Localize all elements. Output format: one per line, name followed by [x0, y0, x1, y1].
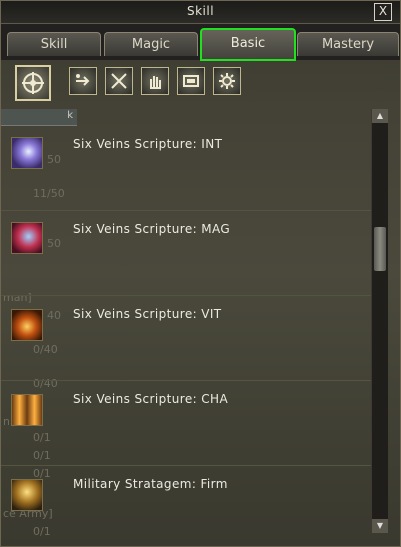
list-header-label: k — [67, 110, 73, 121]
scroll-down-button[interactable]: ▼ — [372, 519, 388, 533]
skill-name: Military Stratagem: Firm — [73, 477, 228, 491]
hand-icon[interactable] — [141, 67, 169, 95]
cha-scripture-icon — [11, 394, 43, 426]
close-button[interactable]: X — [374, 3, 392, 21]
crossed-swords-icon[interactable] — [105, 67, 133, 95]
window-title: Skill — [186, 4, 215, 18]
scroll-up-button[interactable]: ▲ — [372, 109, 388, 123]
skill-name: Six Veins Scripture: INT — [73, 137, 223, 151]
list-header[interactable]: k — [1, 109, 77, 126]
skill-name: Six Veins Scripture: MAG — [73, 222, 231, 236]
skill-window: Skill X Skill Magic Basic Mastery k 50 1… — [0, 0, 401, 547]
skill-row[interactable]: Six Veins Scripture: INT — [1, 125, 371, 211]
category-icon-bar — [1, 61, 400, 105]
stratagem-firm-icon — [11, 479, 43, 511]
tab-magic[interactable]: Magic — [104, 32, 198, 56]
mag-scripture-icon — [11, 222, 43, 254]
title-bar[interactable]: Skill X — [1, 1, 400, 24]
skill-name: Six Veins Scripture: CHA — [73, 392, 229, 406]
gear-icon[interactable] — [213, 67, 241, 95]
compass-icon[interactable] — [15, 65, 51, 101]
skill-row[interactable]: Military Stratagem: Firm — [1, 465, 371, 539]
scroll-thumb[interactable] — [374, 227, 386, 271]
tab-basic[interactable]: Basic — [200, 28, 296, 61]
skill-row[interactable]: Six Veins Scripture: CHA — [1, 380, 371, 466]
arrow-move-icon[interactable] — [69, 67, 97, 95]
skill-name: Six Veins Scripture: VIT — [73, 307, 222, 321]
skill-row[interactable]: Six Veins Scripture: VIT — [1, 295, 371, 381]
frame-icon[interactable] — [177, 67, 205, 95]
int-scripture-icon — [11, 137, 43, 169]
skill-list: 50 11/50 50 man] 40 0/40 0/40 n 0/1 0/1 … — [1, 125, 371, 539]
scrollbar[interactable]: ▲ ▼ — [371, 109, 388, 533]
tab-mastery[interactable]: Mastery — [297, 32, 399, 56]
tab-bar: Skill Magic Basic Mastery — [1, 24, 400, 61]
vit-scripture-icon — [11, 309, 43, 341]
skill-row[interactable]: Six Veins Scripture: MAG — [1, 210, 371, 296]
tab-skill[interactable]: Skill — [7, 32, 101, 56]
